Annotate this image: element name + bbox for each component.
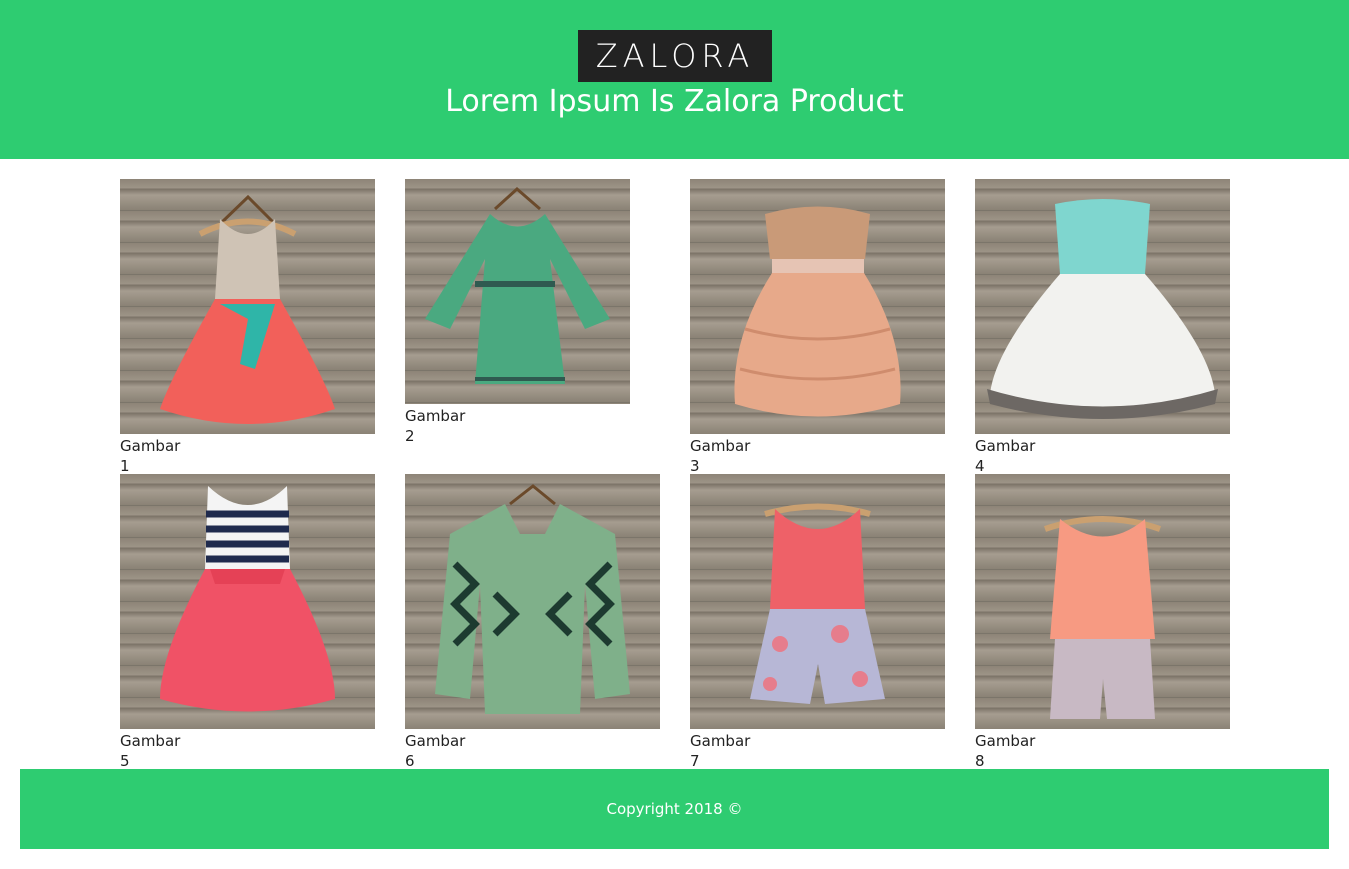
product-image-6[interactable] [405, 474, 660, 729]
dress-image-icon [987, 199, 1218, 419]
product-image-5[interactable] [120, 474, 375, 729]
product-caption: Gambar 3 [690, 437, 751, 475]
footer: Copyright 2018 © [20, 769, 1329, 849]
copyright-text: Copyright 2018 © [606, 800, 743, 818]
dress-image-icon [734, 206, 901, 417]
dress-image-icon [160, 486, 335, 712]
product-caption: Gambar 5 [120, 732, 181, 770]
product-caption: Gambar 4 [975, 437, 1036, 475]
cardigan-image-icon [435, 484, 630, 714]
product-image-2[interactable] [405, 179, 630, 404]
page-title: Lorem Ipsum Is Zalora Product [445, 84, 904, 119]
product-caption: Gambar 1 [120, 437, 181, 475]
header-banner: ZALORA Lorem Ipsum Is Zalora Product [0, 0, 1349, 159]
product-image-4[interactable] [975, 179, 1230, 434]
dress-image-icon [160, 194, 335, 424]
dress-image-icon [425, 186, 610, 384]
zalora-logo[interactable]: ZALORA [578, 30, 772, 82]
product-image-8[interactable] [975, 474, 1230, 729]
product-image-7[interactable] [690, 474, 945, 729]
romper-image-icon [1044, 516, 1161, 719]
romper-image-icon [750, 503, 885, 704]
product-caption: Gambar 7 [690, 732, 751, 770]
product-caption: Gambar 8 [975, 732, 1036, 770]
product-caption: Gambar 2 [405, 407, 466, 445]
product-image-1[interactable] [120, 179, 375, 434]
product-caption: Gambar 6 [405, 732, 466, 770]
product-image-3[interactable] [690, 179, 945, 434]
